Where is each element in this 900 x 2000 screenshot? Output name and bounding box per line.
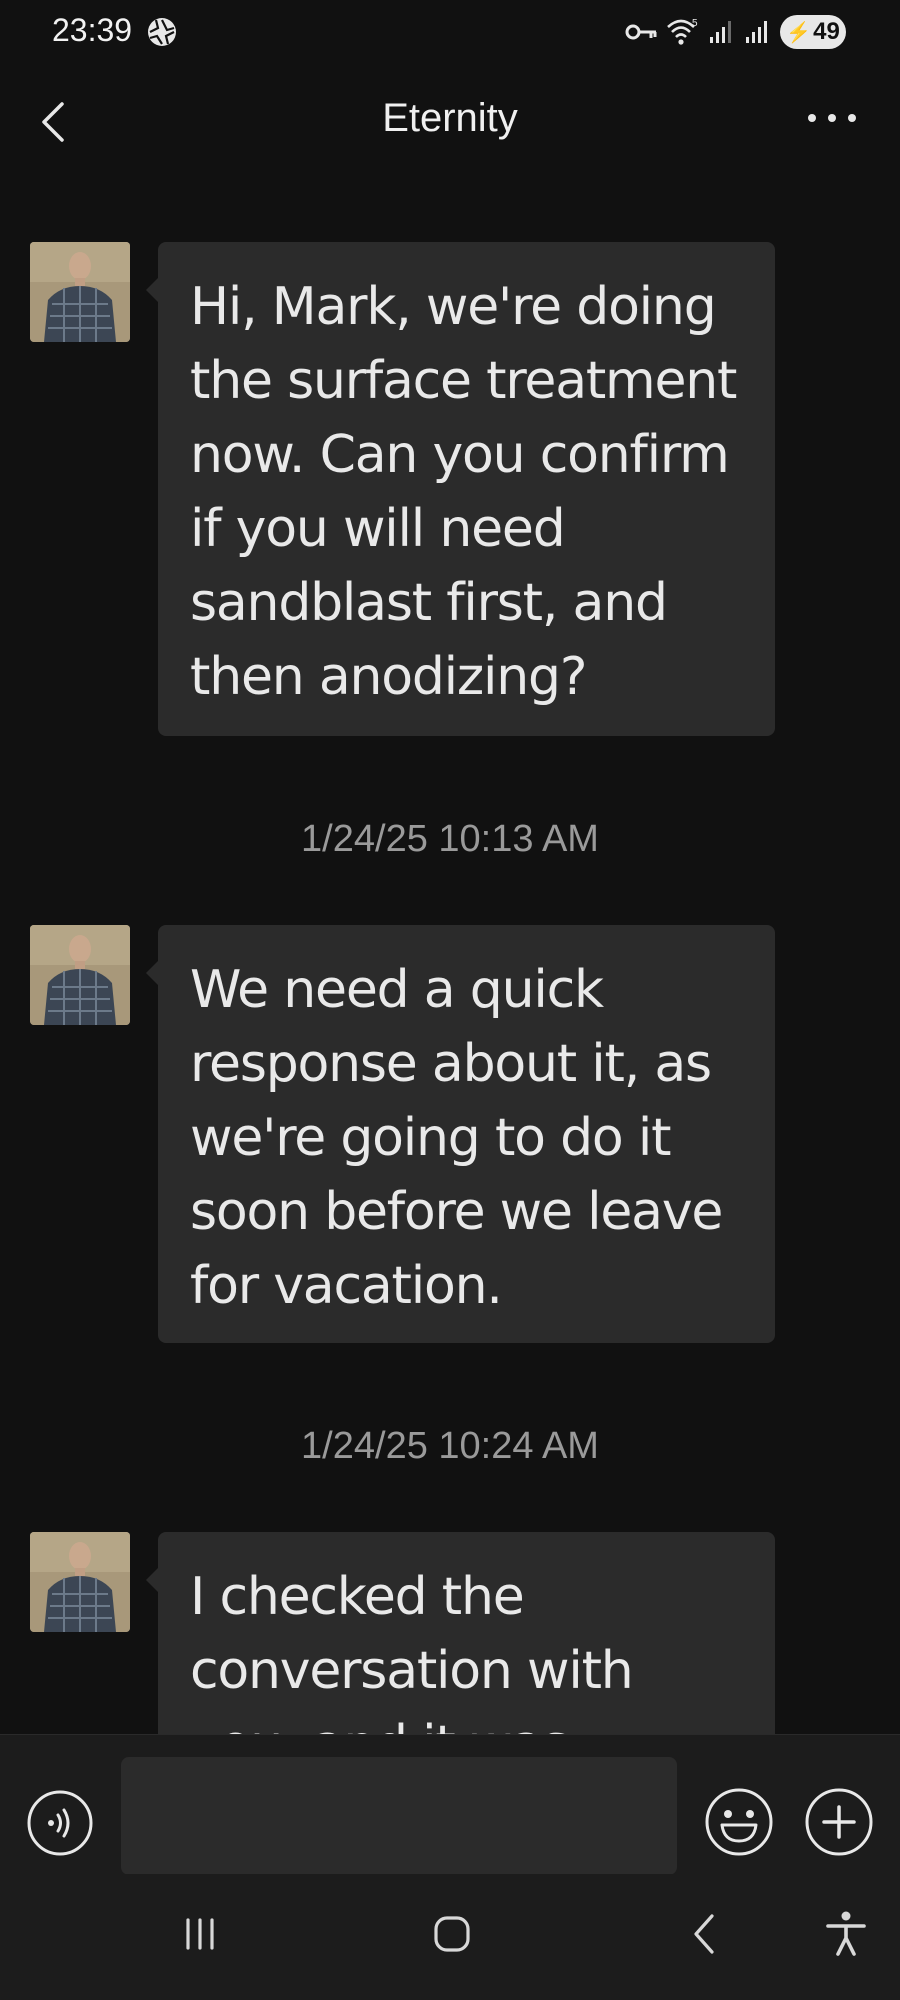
message-bubble[interactable]: We need a quick response about it, as we… [146, 925, 775, 1343]
add-icon[interactable] [804, 1787, 874, 1857]
message-bubble[interactable]: I checked the conversation with you, and… [146, 1532, 775, 1734]
message-timestamp: 1/24/25 10:24 AM [301, 1425, 599, 1467]
signal-icon [746, 21, 767, 43]
wifi-icon: 5 [667, 18, 698, 45]
avatar[interactable] [30, 925, 130, 1025]
voice-message-icon[interactable] [26, 1789, 94, 1857]
status-bar: 23:39 5 ⚡ 49 [0, 0, 900, 64]
wifi-label: 5 [692, 18, 698, 29]
system-navigation-bar [0, 1874, 900, 2000]
status-icons: 5 ⚡ 49 [624, 14, 846, 50]
accessibility-icon[interactable] [816, 1904, 876, 1964]
battery-level: 49 [813, 18, 840, 45]
back-icon[interactable] [676, 1904, 736, 1964]
conversation-title: Eternity [382, 96, 518, 140]
composer-bar [0, 1734, 900, 1875]
battery-charging-icon: ⚡ [786, 21, 812, 44]
status-time: 23:39 [52, 12, 133, 48]
avatar[interactable] [30, 242, 130, 342]
avatar[interactable] [30, 1532, 130, 1632]
aperture-icon [148, 18, 176, 46]
message-list[interactable]: Hi, Mark, we're doing the surface treatm… [0, 180, 900, 1734]
conversation-header: Eternity [0, 80, 900, 164]
home-icon[interactable] [422, 1904, 482, 1964]
vpn-key-icon [625, 24, 657, 40]
more-horizontal-icon[interactable] [806, 108, 858, 128]
message-input[interactable] [121, 1757, 677, 1875]
signal-icon [710, 21, 731, 43]
emoji-icon[interactable] [704, 1787, 774, 1857]
message-timestamp: 1/24/25 10:13 AM [301, 818, 599, 860]
message-bubble[interactable]: Hi, Mark, we're doing the surface treatm… [146, 242, 775, 736]
battery-indicator: ⚡ 49 [780, 15, 846, 49]
recent-apps-icon[interactable] [170, 1904, 230, 1964]
